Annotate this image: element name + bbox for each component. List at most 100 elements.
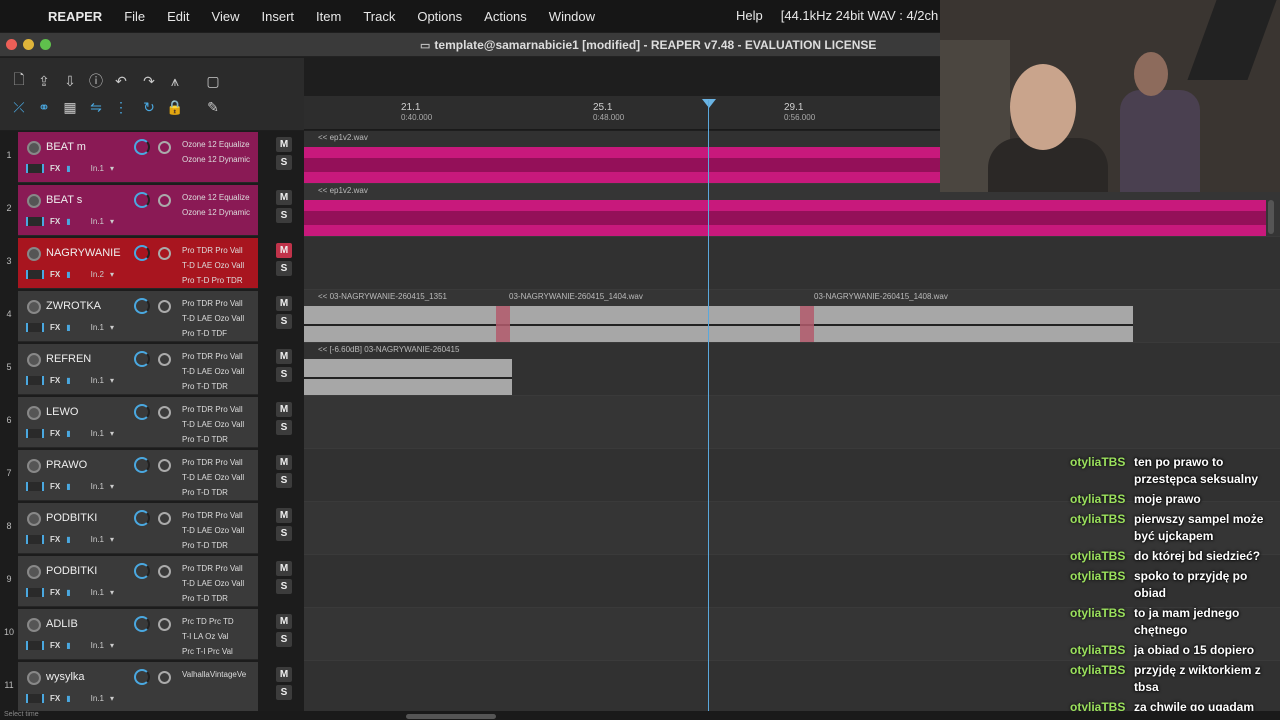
volume-knob[interactable] xyxy=(134,457,150,473)
pan-knob[interactable] xyxy=(158,618,171,631)
fx-slot[interactable]: Pro T-D Pro TDR xyxy=(182,273,258,288)
menu-actions[interactable]: Actions xyxy=(484,9,527,24)
fx-bypass-icon[interactable]: ▮ xyxy=(66,588,70,597)
input-label[interactable]: In.1 xyxy=(91,588,104,597)
undo-icon[interactable]: ↶ xyxy=(110,70,132,92)
solo-button[interactable]: S xyxy=(276,473,292,488)
mute-button[interactable]: M xyxy=(276,137,292,152)
fx-button[interactable]: FX xyxy=(50,535,60,544)
media-item-zwrotka-3[interactable]: 03-NAGRYWANIE-260415_1408.wav xyxy=(800,292,1133,342)
fx-slot[interactable]: T-D LAE Ozo Vall xyxy=(182,258,258,273)
record-arm-button[interactable] xyxy=(27,353,41,367)
ripple-edit-icon[interactable]: ⤫ xyxy=(8,96,30,118)
fx-slot[interactable]: Pro TDR Pro Vall xyxy=(182,402,258,417)
fx-slot[interactable]: Ozone 12 Equalize xyxy=(182,190,258,205)
volume-knob[interactable] xyxy=(134,192,150,208)
media-item-refren[interactable]: << [-6.60dB] 03-NAGRYWANIE-260415 xyxy=(304,345,512,395)
pan-knob[interactable] xyxy=(158,565,171,578)
fx-button[interactable]: FX xyxy=(50,376,60,385)
fx-bypass-icon[interactable]: ▮ xyxy=(66,429,70,438)
mute-button[interactable]: M xyxy=(276,614,292,629)
chevron-down-icon[interactable]: ▾ xyxy=(110,429,114,438)
mute-button[interactable]: M xyxy=(276,296,292,311)
chevron-down-icon[interactable]: ▾ xyxy=(110,482,114,491)
loop-icon[interactable]: ↻ xyxy=(138,96,160,118)
fx-button[interactable]: FX xyxy=(50,270,60,279)
fx-slot[interactable]: T-I LA Oz Val xyxy=(182,629,258,644)
new-project-icon[interactable]: 🗋 xyxy=(8,70,30,92)
chevron-down-icon[interactable]: ▾ xyxy=(110,641,114,650)
track-name[interactable]: BEAT m xyxy=(46,141,86,153)
volume-knob[interactable] xyxy=(134,616,150,632)
pan-knob[interactable] xyxy=(158,512,171,525)
record-arm-button[interactable] xyxy=(27,406,41,420)
io-routing-button[interactable] xyxy=(26,429,44,438)
track-11[interactable]: 11 wysylka FX ▮ In.1 ▾ ValhallaVintageVe xyxy=(4,662,258,713)
io-routing-button[interactable] xyxy=(26,323,44,332)
record-arm-button[interactable] xyxy=(27,459,41,473)
pan-knob[interactable] xyxy=(158,406,171,419)
pan-knob[interactable] xyxy=(158,300,171,313)
track-1[interactable]: 1 BEAT m FX ▮ In.1 ▾ Ozone 12 Equalize Oz… xyxy=(6,132,258,183)
volume-knob[interactable] xyxy=(134,139,150,155)
record-arm-button[interactable] xyxy=(27,565,41,579)
menu-track[interactable]: Track xyxy=(363,9,395,24)
fx-slot[interactable]: T-D LAE Ozo Vall xyxy=(182,523,258,538)
fx-button[interactable]: FX xyxy=(50,694,60,703)
media-item-beat-s[interactable]: << ep1v2.wav xyxy=(304,186,1266,236)
input-label[interactable]: In.1 xyxy=(91,641,104,650)
input-label[interactable]: In.2 xyxy=(91,270,104,279)
chevron-down-icon[interactable]: ▾ xyxy=(110,164,114,173)
fx-slot[interactable]: ValhallaVintageVe xyxy=(182,667,258,682)
pan-knob[interactable] xyxy=(158,141,171,154)
pan-knob[interactable] xyxy=(158,353,171,366)
lock-icon[interactable]: 🔒 xyxy=(164,96,186,118)
track-name[interactable]: PRAWO xyxy=(46,459,87,471)
track-4[interactable]: 4 ZWROTKA FX ▮ In.1 ▾ Pro TDR Pro Vall T-… xyxy=(6,291,258,342)
track-8[interactable]: 8 PODBITKI FX ▮ In.1 ▾ Pro TDR Pro Vall T… xyxy=(6,503,258,554)
fx-bypass-icon[interactable]: ▮ xyxy=(66,323,70,332)
record-arm-button[interactable] xyxy=(27,671,41,685)
io-routing-button[interactable] xyxy=(26,376,44,385)
save-project-icon[interactable]: ⇩ xyxy=(59,70,81,92)
close-window-button[interactable] xyxy=(6,39,17,50)
track-6[interactable]: 6 LEWO FX ▮ In.1 ▾ Pro TDR Pro Vall T-D L… xyxy=(6,397,258,448)
fx-bypass-icon[interactable]: ▮ xyxy=(66,376,70,385)
menu-help[interactable]: Help xyxy=(736,8,763,23)
menu-app-name[interactable]: REAPER xyxy=(48,9,102,24)
fx-slot[interactable]: Pro T-D TDR xyxy=(182,485,258,500)
grid-box-icon[interactable]: ▢ xyxy=(202,70,224,92)
fx-slot[interactable]: Pro T-D TDR xyxy=(182,379,258,394)
track-name[interactable]: wysylka xyxy=(46,671,85,683)
pan-knob[interactable] xyxy=(158,671,171,684)
chevron-down-icon[interactable]: ▾ xyxy=(110,694,114,703)
fx-slot[interactable]: Pro T-D TDF xyxy=(182,326,258,341)
chevron-down-icon[interactable]: ▾ xyxy=(110,270,114,279)
fx-bypass-icon[interactable]: ▮ xyxy=(66,164,70,173)
track-name[interactable]: PODBITKI xyxy=(46,512,97,524)
tool-icon[interactable]: ✎ xyxy=(202,96,224,118)
volume-knob[interactable] xyxy=(134,351,150,367)
chevron-down-icon[interactable]: ▾ xyxy=(110,217,114,226)
menu-view[interactable]: View xyxy=(212,9,240,24)
io-routing-button[interactable] xyxy=(26,217,44,226)
mute-button[interactable]: M xyxy=(276,349,292,364)
solo-button[interactable]: S xyxy=(276,685,292,700)
solo-button[interactable]: S xyxy=(276,632,292,647)
solo-button[interactable]: S xyxy=(276,261,292,276)
fx-slot[interactable]: Pro TDR Pro Vall xyxy=(182,349,258,364)
track-name[interactable]: REFREN xyxy=(46,353,91,365)
solo-button[interactable]: S xyxy=(276,208,292,223)
input-label[interactable]: In.1 xyxy=(91,694,104,703)
record-arm-button[interactable] xyxy=(27,512,41,526)
fx-button[interactable]: FX xyxy=(50,588,60,597)
track-name[interactable]: NAGRYWANIE xyxy=(46,247,121,259)
io-routing-button[interactable] xyxy=(26,694,44,703)
chevron-down-icon[interactable]: ▾ xyxy=(110,376,114,385)
fx-button[interactable]: FX xyxy=(50,323,60,332)
horizontal-scrollbar[interactable] xyxy=(406,714,496,719)
record-arm-button[interactable] xyxy=(27,194,41,208)
fx-bypass-icon[interactable]: ▮ xyxy=(66,217,70,226)
zoom-window-button[interactable] xyxy=(40,39,51,50)
auto-crossfade-icon[interactable]: ⇋ xyxy=(85,96,107,118)
